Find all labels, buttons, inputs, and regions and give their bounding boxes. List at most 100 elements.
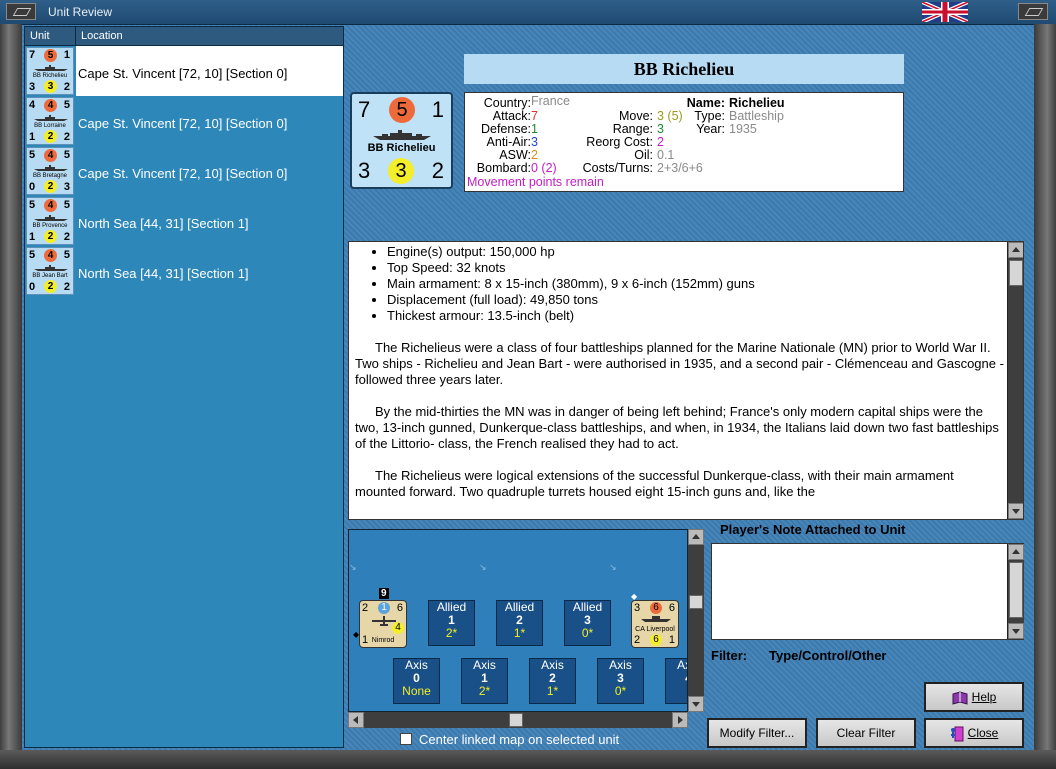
costs-label: Costs/Turns: [582,161,653,175]
unit-row[interactable]: 5 4 5 BB Bretagne 0 2 3 Cape St. Vincent… [25,146,343,196]
unit-row[interactable]: 5 4 5 BB Provence 1 2 2 North Sea [44, 3… [25,196,343,246]
counter-range: 2 [44,180,57,193]
unit-location: Cape St. Vincent [72, 10] [Section 0] [76,46,343,96]
axis-stack-0[interactable]: Axis 0 None [393,658,440,704]
map-horizontal-scrollbar[interactable] [348,712,688,728]
unit-description[interactable]: Engine(s) output: 150,000 hp Top Speed: … [348,241,1024,520]
counter-attack: 5 [29,249,36,261]
unit-list: Unit Location 7 5 1 BB Richelieu 3 3 2 C… [24,26,344,748]
counter-asw: 1 [668,634,675,646]
unit-stats-panel: Country: France Attack: 7 Defense: 1 Ant… [464,92,904,192]
counter-defense: 5 [63,199,70,211]
allied-stack-2[interactable]: Allied 2 1* [496,600,543,646]
allied-stack-3[interactable]: Allied 3 0* [564,600,611,646]
counter-asw: 2 [63,81,70,93]
scroll-up-icon[interactable] [1008,242,1023,258]
unit-counter: 5 4 5 BB Bretagne 0 2 3 [26,147,74,195]
scroll-up-icon[interactable] [1008,544,1024,560]
description-scrollbar[interactable] [1007,242,1023,519]
map-unit-liverpool[interactable]: 3 6 6 CA Liverpool 2 6 1 [631,600,679,648]
column-header-location[interactable]: Location [76,27,343,45]
close-button[interactable]: Close [924,718,1024,748]
counter-move: 6 [650,602,662,614]
unit-row[interactable]: 7 5 1 BB Richelieu 3 3 2 Cape St. Vincen… [25,46,343,96]
axis-stack-1[interactable]: Axis 1 2* [461,658,508,704]
stack-number: 4 [666,672,687,685]
counter-move: 1 [378,602,390,614]
scroll-thumb[interactable] [689,595,703,609]
center-map-checkbox[interactable] [400,733,412,745]
filter-value: Type/Control/Other [769,648,887,663]
counter-label: BB Lorraine [34,123,66,129]
clear-filter-button[interactable]: Clear Filter [816,718,916,748]
counter-antiair: 2 [634,634,641,646]
counter-range: 4 [392,622,404,634]
unit-counter: 7 5 1 BB Richelieu 3 3 2 [26,47,74,95]
modify-filter-button[interactable]: Modify Filter... [707,718,807,748]
scroll-thumb[interactable] [509,713,523,727]
scroll-down-icon[interactable] [1008,623,1024,639]
country-value: France [531,94,570,108]
stack-count-badge: 9 [379,588,389,599]
counter-move: 4 [44,199,57,212]
scroll-thumb[interactable] [1009,562,1023,618]
unit-location: North Sea [44, 31] [Section 1] [78,266,249,281]
unit-counter: 5 4 5 BB Provence 1 2 2 [26,197,74,245]
scroll-left-icon[interactable] [348,712,364,728]
center-map-label: Center linked map on selected unit [419,732,620,747]
battleship-icon [373,130,431,140]
player-note-field[interactable] [711,543,1024,640]
clear-filter-label: Clear Filter [836,726,896,740]
year-value: 1935 [729,122,757,136]
modify-filter-label: Modify Filter... [719,726,795,740]
right-border [1034,24,1056,769]
scroll-right-icon[interactable] [672,712,688,728]
scroll-up-icon[interactable] [688,529,704,545]
note-scrollbar[interactable] [1007,544,1024,639]
counter-move: 5 [44,49,57,62]
help-button[interactable]: Help [924,682,1024,712]
counter-attack: 3 [634,602,641,614]
scroll-down-icon[interactable] [688,696,704,712]
counter-defense: 6 [668,602,675,614]
battleship-icon [34,115,68,121]
counter-label: CA Liverpool [635,626,675,633]
scroll-thumb[interactable] [1009,260,1023,286]
description-paragraph: The Richelieus were a class of four batt… [355,340,1004,387]
stack-value: 1* [513,626,526,640]
axis-stack-3[interactable]: Axis 3 0* [597,658,644,704]
linked-map[interactable]: ↘ ↘ ↘ ↘ ↘ 9 2 1 6 Nimrod 1 4 ◆ Allied 1 … [348,529,688,712]
counter-label: BB Bretagne [32,173,68,179]
system-menu-button[interactable] [6,3,36,20]
axis-stack-4[interactable]: Axis 4 [665,658,687,704]
counter-move: 4 [44,99,57,112]
counter-range: 2 [44,280,57,293]
exit-door-icon [950,726,964,742]
allied-stack-1[interactable]: Allied 1 2* [428,600,475,646]
spec-item: Main armament: 8 x 15-inch (380mm), 9 x … [387,276,1005,292]
counter-asw: 2 [431,158,444,183]
specs-list: Engine(s) output: 150,000 hp Top Speed: … [355,244,1005,324]
counter-antiair: 0 [29,281,36,293]
counter-defense: 5 [63,149,70,161]
description-paragraph: The Richelieus were logical extensions o… [355,468,954,499]
scroll-down-icon[interactable] [1008,503,1023,519]
spec-item: Displacement (full load): 49,850 tons [387,292,1005,308]
title-bar: Unit Review [0,0,1056,25]
unit-counter: 4 4 5 BB Lorraine 1 2 2 [26,97,74,145]
counter-label: BB Provence [32,223,68,229]
cruiser-icon [641,616,671,622]
filter-label: Filter: [711,648,748,663]
counter-range: 3 [44,80,57,93]
stack-marker-icon: ◆ [353,630,360,639]
minimize-button[interactable] [1018,3,1048,20]
unit-row[interactable]: 5 4 5 BB Jean Bart 0 2 2 North Sea [44, … [25,246,343,296]
map-vertical-scrollbar[interactable] [688,529,704,712]
counter-attack: 2 [362,602,369,614]
column-header-unit[interactable]: Unit [25,27,76,45]
unit-row[interactable]: 4 4 5 BB Lorraine 1 2 2 Cape St. Vincent… [25,96,343,146]
counter-defense: 5 [63,249,70,261]
map-unit-nimrod[interactable]: 2 1 6 Nimrod 1 4 [359,600,407,648]
axis-stack-2[interactable]: Axis 2 1* [529,658,576,704]
costs-value: 2+3/6+6 [657,161,703,175]
